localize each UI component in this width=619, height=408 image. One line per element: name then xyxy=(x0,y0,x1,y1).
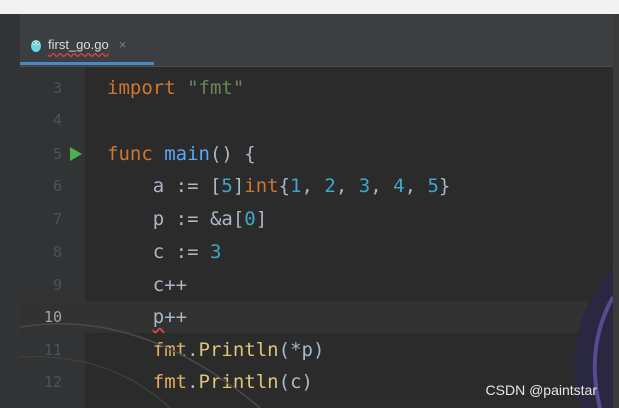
code-line: 4 xyxy=(20,104,613,136)
code-line: 11 fmt.Println(*p) xyxy=(20,334,613,366)
editor-tab-bar: first_go.go × xyxy=(20,14,613,67)
window-top-edge xyxy=(0,0,619,14)
window-right-edge xyxy=(613,14,619,408)
line-number: 10 xyxy=(43,308,62,326)
code-line: 5 func main() { xyxy=(20,138,613,170)
current-code-line: 10 p++ xyxy=(20,301,613,333)
code-line: 6 a := [5]int{1, 2, 3, 4, 5} xyxy=(20,170,613,202)
code-line: 8 c := 3 xyxy=(20,236,613,268)
line-number: 7 xyxy=(52,210,62,228)
code-text: a := [5]int{1, 2, 3, 4, 5} xyxy=(107,175,451,197)
code-text: import "fmt" xyxy=(107,77,245,99)
code-line: 3 import "fmt" xyxy=(20,72,613,104)
active-tab-indicator xyxy=(20,62,154,65)
code-text: fmt.Println(*p) xyxy=(152,339,325,361)
run-gutter-icon[interactable] xyxy=(70,147,82,161)
code-line: 7 p := &a[0] xyxy=(20,203,613,235)
code-text: c++ xyxy=(107,274,188,296)
code-text: fmt.Println(c) xyxy=(152,371,313,393)
code-text: p++ xyxy=(152,306,188,328)
line-number: 4 xyxy=(52,111,62,129)
code-text: c := 3 xyxy=(107,241,222,263)
line-number: 11 xyxy=(43,341,62,359)
line-number: 3 xyxy=(52,79,62,97)
tool-window-strip xyxy=(0,14,20,408)
ide-window: first_go.go × 3 import "fmt" 4 5 func ma… xyxy=(0,14,613,408)
tab-label: first_go.go xyxy=(48,37,109,52)
code-text: p := &a[0] xyxy=(107,208,268,230)
code-text: func main() { xyxy=(107,143,256,165)
watermark: CSDN @paintstar xyxy=(485,382,597,398)
line-number: 5 xyxy=(52,145,62,163)
line-number: 8 xyxy=(52,243,62,261)
line-number: 9 xyxy=(52,276,62,294)
code-line: 9 c++ xyxy=(20,269,613,301)
gopher-file-icon xyxy=(31,40,41,52)
tab-first-go[interactable]: first_go.go × xyxy=(30,32,126,66)
close-icon[interactable]: × xyxy=(119,37,127,52)
code-editor[interactable]: 3 import "fmt" 4 5 func main() { 6 a := … xyxy=(20,67,613,408)
line-number: 6 xyxy=(52,177,62,195)
line-number: 12 xyxy=(43,373,62,391)
